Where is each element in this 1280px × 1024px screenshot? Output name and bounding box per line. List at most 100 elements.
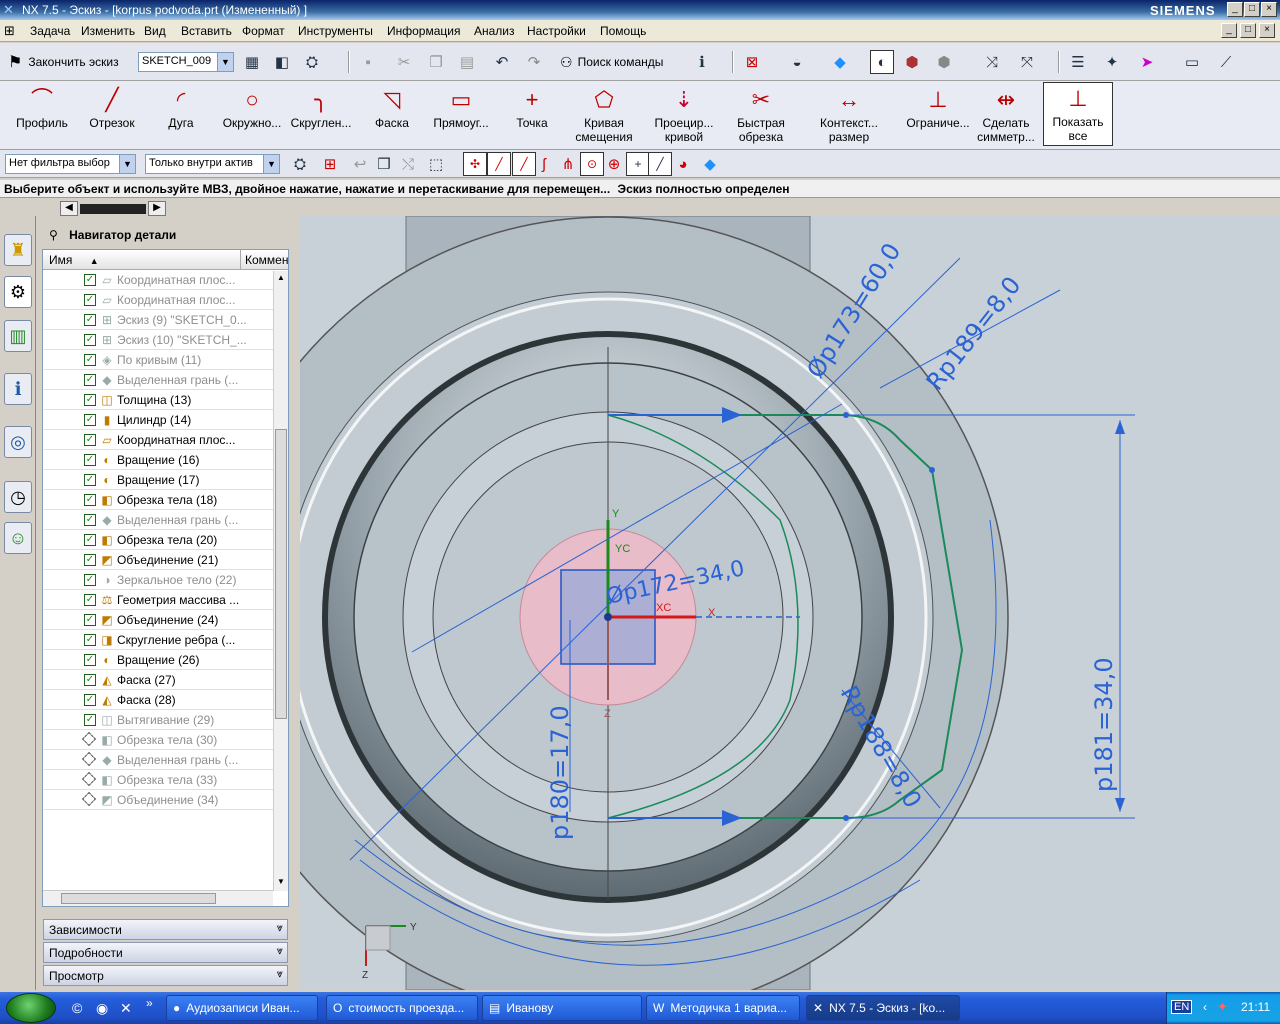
feature-row[interactable]: ✓ ◫ Толщина (13) <box>44 390 273 410</box>
feature-row[interactable]: ✓ ◐ Вращение (26) <box>44 650 273 670</box>
chrome-icon[interactable]: ◉ <box>96 1000 108 1017</box>
assembly-filter-icon[interactable]: ⛭ <box>288 152 312 176</box>
sketch-tool-8[interactable]: ⬠ Кривая смещения <box>566 84 642 146</box>
snap-line-icon[interactable]: ╱ <box>648 152 672 176</box>
taskbar-task[interactable]: ✕ NX 7.5 - Эскиз - [ko... <box>806 995 960 1021</box>
finish-sketch-button[interactable]: ⚑ Закончить эскиз <box>8 51 119 73</box>
menu-app-icon[interactable]: ⊞ <box>4 23 15 39</box>
sketch-point[interactable] <box>843 815 849 821</box>
visibility-checkbox[interactable]: ✓ <box>84 714 96 726</box>
snap-endpoint-icon[interactable]: ✣ <box>463 152 487 176</box>
visibility-checkbox[interactable] <box>81 791 97 807</box>
more-icon[interactable]: » <box>146 996 153 1010</box>
resource-bar-slider[interactable] <box>80 204 146 214</box>
snap-midpoint-icon[interactable]: ╱ <box>487 152 511 176</box>
maximize-button[interactable]: □ <box>1244 2 1260 17</box>
sketch-tool-3[interactable]: ○ Окружно... <box>221 84 283 146</box>
reuse-library-icon[interactable]: ▥ <box>4 320 32 352</box>
sketch-name-select[interactable]: SKETCH_009 ▼ <box>138 52 234 72</box>
close-button[interactable]: × <box>1261 2 1277 17</box>
copy-icon[interactable]: ❐ <box>424 50 448 74</box>
part-nav-icon[interactable]: ⚙ <box>4 276 32 308</box>
assembly-nav-icon[interactable]: ♜ <box>4 234 32 266</box>
snap-quadrant-icon[interactable]: ⊕ <box>602 152 626 176</box>
undo-icon[interactable]: ↶ <box>490 50 514 74</box>
start-button[interactable] <box>6 993 56 1023</box>
menu-help[interactable]: Помощь <box>600 24 646 38</box>
origin-point[interactable] <box>604 613 612 621</box>
feature-row[interactable]: ✓ ⊞ Эскиз (9) "SKETCH_0... <box>44 310 273 330</box>
feature-row[interactable]: ✓ ▮ Цилиндр (14) <box>44 410 273 430</box>
app-icon[interactable]: ✕ <box>3 2 14 18</box>
shaded-icon[interactable]: ◆ <box>828 50 852 74</box>
sketch-tool-6[interactable]: ▭ Прямоуг... <box>421 84 501 146</box>
snap-icon[interactable]: ➤ <box>1135 50 1159 74</box>
visibility-checkbox[interactable]: ✓ <box>84 514 96 526</box>
menu-info[interactable]: Информация <box>387 24 460 38</box>
cube-filter-icon[interactable]: ❒ <box>372 152 396 176</box>
menu-view[interactable]: Вид <box>144 24 166 38</box>
visibility-checkbox[interactable] <box>81 771 97 787</box>
sketch-tool-1[interactable]: ╱ Отрезок <box>82 84 142 146</box>
visibility-checkbox[interactable]: ✓ <box>84 374 96 386</box>
visibility-checkbox[interactable]: ✓ <box>84 614 96 626</box>
analysis-icon[interactable]: ⟋ <box>1214 50 1238 74</box>
feature-row[interactable]: ◆ Выделенная грань (... <box>44 750 273 770</box>
feature-row[interactable]: ✓ ⚖ Геометрия массива ... <box>44 590 273 610</box>
sketch-tool-14[interactable]: ⊥ Показать все <box>1043 82 1113 146</box>
snap-point-icon[interactable]: ⊞ <box>318 152 342 176</box>
sketch-tool-13[interactable]: ⇹ Сделать симметр... <box>976 84 1036 146</box>
wcs-orient-icon[interactable]: ⤧ <box>1015 50 1039 74</box>
sketch-tool-10[interactable]: ✂ Быстрая обрезка <box>732 84 790 146</box>
orient-view-icon[interactable]: ◧ <box>270 50 294 74</box>
scope-filter-select[interactable]: Только внутри актив ▼ <box>145 154 280 174</box>
rect-select-icon[interactable]: ⬚ <box>424 152 448 176</box>
app-quicklaunch-icon[interactable]: ✕ <box>120 1000 132 1017</box>
move-filter-icon[interactable]: ⤭ <box>396 152 420 176</box>
visibility-checkbox[interactable]: ✓ <box>84 594 96 606</box>
menu-insert[interactable]: Вставить <box>181 24 232 38</box>
feature-row[interactable]: ✓ ◨ Скругление ребра (... <box>44 630 273 650</box>
web-icon[interactable]: ℹ <box>4 373 32 405</box>
visibility-checkbox[interactable]: ✓ <box>84 394 96 406</box>
feature-row[interactable]: ✓ ⊞ Эскиз (10) "SKETCH_... <box>44 330 273 350</box>
visibility-checkbox[interactable]: ✓ <box>84 314 96 326</box>
feature-row[interactable]: ✓ ▱ Координатная плос... <box>44 430 273 450</box>
graphics-window[interactable]: Y YC X XC Z Øp173=60,0 Rp189=8,0 Øp172=3… <box>300 216 1280 990</box>
scroll-right-button[interactable]: ▶ <box>148 201 166 216</box>
scroll-thumb[interactable] <box>275 429 287 719</box>
feature-row[interactable]: ✓ ◆ Выделенная грань (... <box>44 510 273 530</box>
sketch-tool-11[interactable]: ↔ Контекст... размер <box>810 84 888 146</box>
visibility-checkbox[interactable]: ✓ <box>84 294 96 306</box>
save-icon[interactable]: ▪ <box>356 50 380 74</box>
cut-icon[interactable]: ✂ <box>392 50 416 74</box>
reattach-icon[interactable]: ⛭ <box>300 50 324 74</box>
menu-edit[interactable]: Изменить <box>81 24 135 38</box>
tree-hscrollbar[interactable] <box>43 890 273 906</box>
menu-tools[interactable]: Инструменты <box>298 24 373 38</box>
visibility-checkbox[interactable]: ✓ <box>84 534 96 546</box>
visibility-checkbox[interactable]: ✓ <box>84 554 96 566</box>
doc-minimize-button[interactable]: _ <box>1221 23 1237 38</box>
feature-row[interactable]: ◩ Объединение (34) <box>44 790 273 810</box>
sketch-tool-5[interactable]: ◹ Фаска <box>363 84 421 146</box>
section-details[interactable]: Подробности ⩔ <box>43 942 288 963</box>
visibility-checkbox[interactable]: ✓ <box>84 354 96 366</box>
feature-row[interactable]: ✓ ◧ Обрезка тела (20) <box>44 530 273 550</box>
visibility-checkbox[interactable]: ✓ <box>84 654 96 666</box>
feature-row[interactable]: ✓ ◆ Выделенная грань (... <box>44 370 273 390</box>
visibility-checkbox[interactable]: ✓ <box>84 674 96 686</box>
hscroll-thumb[interactable] <box>61 893 216 904</box>
section-dependencies[interactable]: Зависимости ⩔ <box>43 919 288 940</box>
sketch-tool-4[interactable]: ╮ Скруглен... <box>288 84 354 146</box>
menu-task[interactable]: Задача <box>30 24 70 38</box>
taskbar-task[interactable]: ▤ Иванову <box>482 995 642 1021</box>
render-style-icon[interactable]: ◒ <box>785 50 809 74</box>
feature-row[interactable]: ✓ ◭ Фаска (28) <box>44 690 273 710</box>
snap-tangent-icon[interactable]: ◕ <box>671 152 695 176</box>
snap-intersection-icon[interactable]: ⋔ <box>556 152 580 176</box>
deselect-icon[interactable]: ↩ <box>348 152 372 176</box>
wcs-icon[interactable]: ⤨ <box>980 50 1004 74</box>
feature-row[interactable]: ✓ ▱ Координатная плос... <box>44 290 273 310</box>
taskbar-task[interactable]: ● Аудиозаписи Иван... <box>166 995 318 1021</box>
